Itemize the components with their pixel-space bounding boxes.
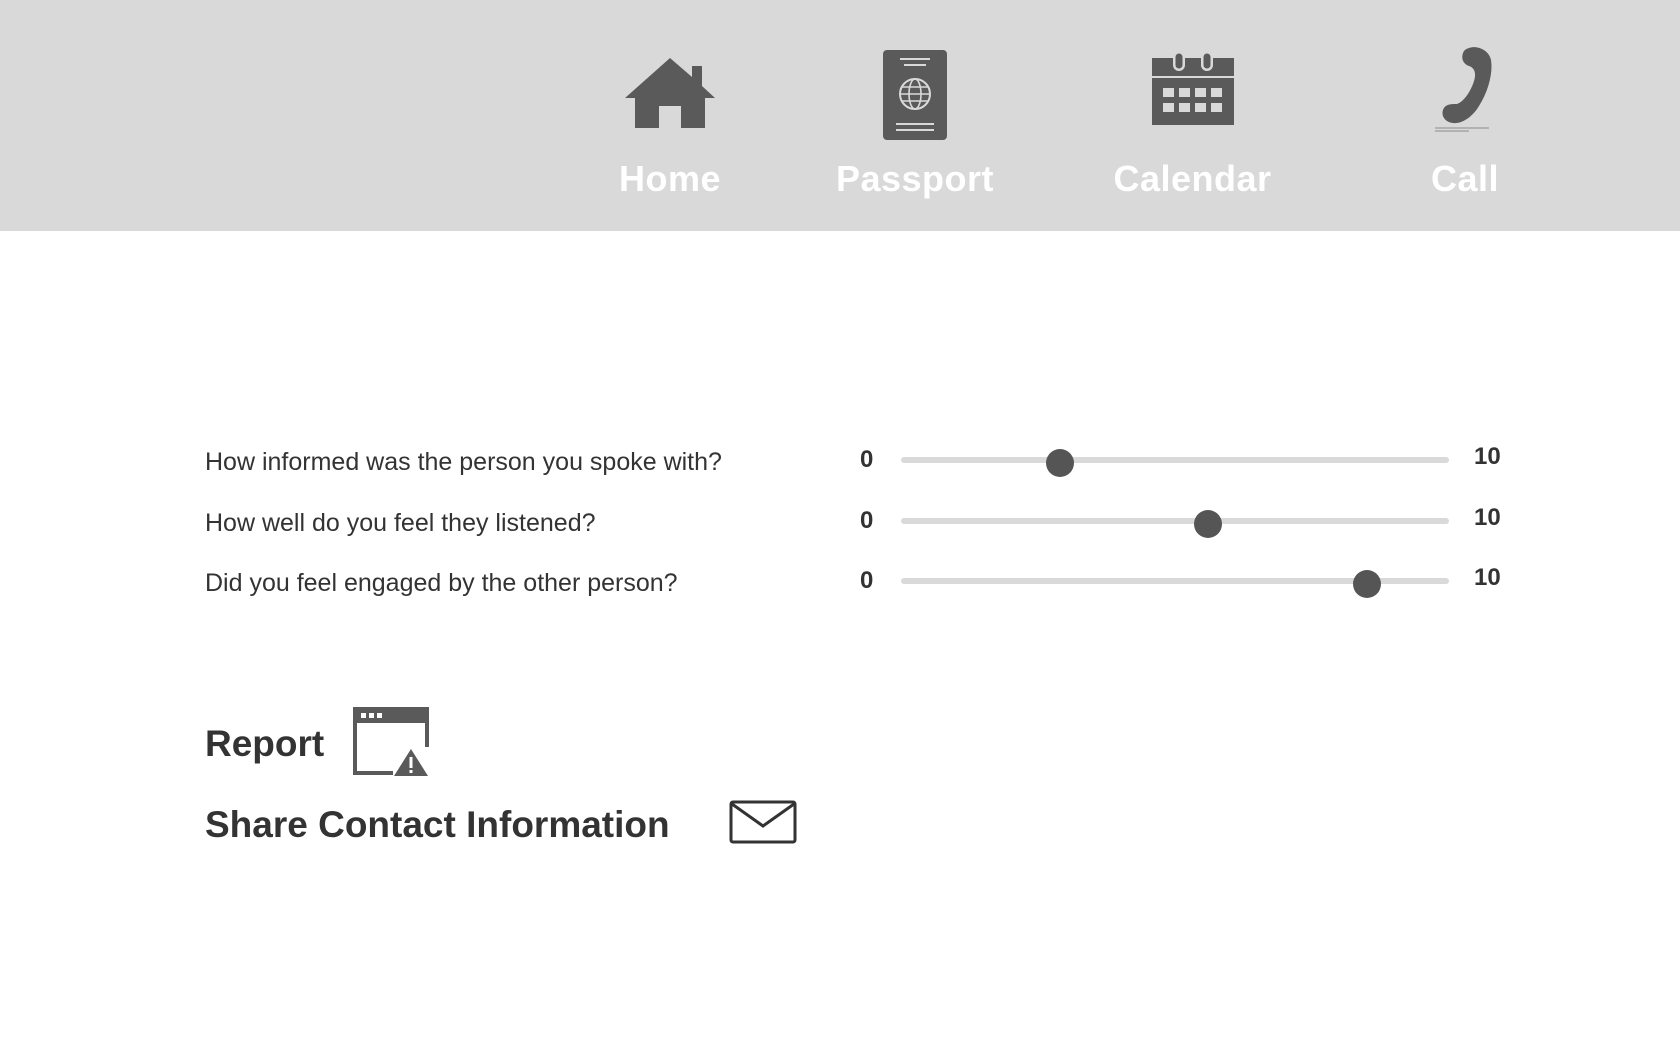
calendar-icon — [1151, 51, 1234, 125]
nav-home-label: Home — [618, 158, 722, 199]
nav-call-label: Call — [1430, 158, 1500, 199]
report-label: Report — [205, 723, 325, 764]
nav-passport[interactable]: Passport — [825, 0, 1005, 231]
question-label: How informed was the person you spoke wi… — [205, 448, 722, 476]
top-nav-bar: Home Passport Calendar Call — [0, 0, 1680, 231]
rating-row-informed: How informed was the person you spoke wi… — [0, 440, 1680, 480]
nav-call[interactable]: Call — [1415, 0, 1515, 231]
question-label: How well do you feel they listened? — [205, 509, 596, 537]
rating-slider[interactable] — [901, 510, 1449, 538]
report-window-warning-icon — [353, 707, 429, 777]
slider-min-label: 0 — [860, 507, 874, 534]
passport-icon — [883, 50, 947, 140]
nav-passport-label: Passport — [835, 158, 995, 199]
slider-max-label: 10 — [1474, 564, 1501, 591]
share-contact-label: Share Contact Information — [205, 804, 670, 845]
nav-calendar-label: Calendar — [1113, 158, 1272, 199]
rating-slider[interactable] — [901, 449, 1449, 477]
slider-thumb[interactable] — [1045, 449, 1074, 477]
rating-row-engaged: Did you feel engaged by the other person… — [0, 561, 1680, 601]
envelope-icon — [729, 800, 797, 844]
rating-slider[interactable] — [901, 570, 1449, 598]
rating-row-listened: How well do you feel they listened? 0 10 — [0, 501, 1680, 541]
home-icon — [625, 58, 715, 128]
phone-icon — [1435, 47, 1492, 132]
slider-min-label: 0 — [860, 446, 874, 473]
nav-home[interactable]: Home — [600, 0, 740, 231]
slider-thumb[interactable] — [1193, 510, 1222, 538]
nav-calendar[interactable]: Calendar — [1100, 0, 1285, 231]
slider-max-label: 10 — [1474, 504, 1501, 531]
slider-min-label: 0 — [860, 567, 874, 594]
slider-thumb[interactable] — [1352, 570, 1381, 598]
slider-max-label: 10 — [1474, 443, 1501, 470]
question-label: Did you feel engaged by the other person… — [205, 569, 678, 597]
